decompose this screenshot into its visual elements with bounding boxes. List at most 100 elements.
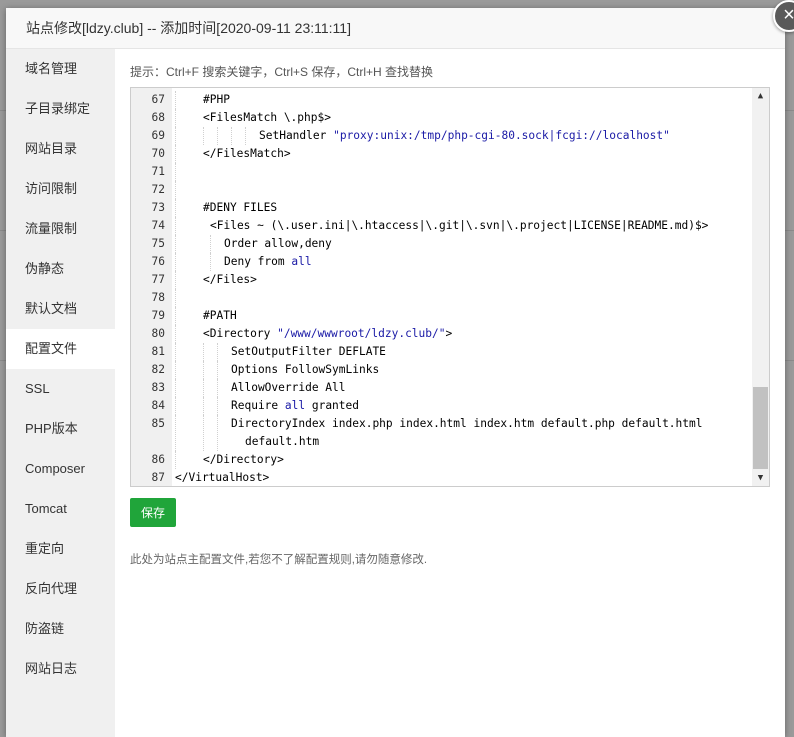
code-line: 69 SetHandler "proxy:unix:/tmp/php-cgi-8…	[131, 127, 751, 145]
indent-guide	[175, 109, 176, 127]
indent-guide	[217, 397, 218, 415]
main-panel: 提示：Ctrl+F 搜索关键字，Ctrl+S 保存，Ctrl+H 查找替换 67…	[130, 49, 770, 566]
indent-guide	[175, 181, 176, 199]
code-line: 81 SetOutputFilter DEFLATE	[131, 343, 751, 361]
indent-guide	[203, 379, 204, 397]
sidebar-item-access-limit[interactable]: 访问限制	[6, 169, 115, 209]
indent-guide	[203, 361, 204, 379]
scroll-thumb[interactable]	[753, 387, 768, 469]
code-text: SetHandler "proxy:unix:/tmp/php-cgi-80.s…	[259, 129, 670, 142]
editor-scrollbar[interactable]: ▲ ▼	[752, 88, 769, 486]
code-line: 75 Order allow,deny	[131, 235, 751, 253]
indent-guide	[175, 163, 176, 181]
indent-guide	[175, 199, 176, 217]
line-number: 85	[151, 417, 165, 430]
indent-guide	[175, 271, 176, 289]
scroll-down-icon[interactable]: ▼	[752, 470, 769, 486]
sidebar-item-reverse-proxy[interactable]: 反向代理	[6, 569, 115, 609]
indent-guide	[175, 217, 176, 235]
line-number: 69	[151, 129, 165, 142]
site-config-dialog: 站点修改[ldzy.club] -- 添加时间[2020-09-11 23:11…	[6, 0, 794, 737]
code-line: 86 </Directory>	[131, 451, 751, 469]
code-text: Options FollowSymLinks	[231, 363, 380, 376]
indent-guide	[217, 361, 218, 379]
indent-guide	[175, 325, 176, 343]
sidebar-item-domain[interactable]: 域名管理	[6, 49, 115, 89]
line-number: 70	[151, 147, 165, 160]
code-line: 67 #PHP	[131, 91, 751, 109]
indent-guide	[175, 307, 176, 325]
indent-guide	[175, 289, 176, 307]
line-number: 76	[151, 255, 165, 268]
code-line: 71	[131, 163, 751, 181]
code-line: 79 #PATH	[131, 307, 751, 325]
line-number: 75	[151, 237, 165, 250]
indent-guide	[175, 253, 176, 271]
code-text: <Files ~ (\.user.ini|\.htaccess|\.git|\.…	[210, 219, 709, 232]
sidebar-item-traffic-limit[interactable]: 流量限制	[6, 209, 115, 249]
code-line: 80 <Directory "/www/wwwroot/ldzy.club/">	[131, 325, 751, 343]
sidebar-item-redirect[interactable]: 重定向	[6, 529, 115, 569]
sidebar-item-tomcat[interactable]: Tomcat	[6, 489, 115, 529]
sidebar-item-config-file[interactable]: 配置文件	[6, 329, 115, 369]
code-line: 87 </VirtualHost>	[131, 469, 751, 486]
sidebar-item-php-version[interactable]: PHP版本	[6, 409, 115, 449]
sidebar-item-subdir-binding[interactable]: 子目录绑定	[6, 89, 115, 129]
dialog-title: 站点修改[ldzy.club] -- 添加时间[2020-09-11 23:11…	[6, 8, 785, 49]
line-number: 82	[151, 363, 165, 376]
indent-guide	[210, 253, 211, 271]
code-text: #PATH	[203, 309, 237, 322]
code-text: AllowOverride All	[231, 381, 346, 394]
indent-guide	[175, 91, 176, 109]
code-text: </VirtualHost>	[175, 471, 270, 484]
indent-guide	[175, 379, 176, 397]
save-button[interactable]: 保存	[130, 498, 176, 527]
indent-guide	[175, 451, 176, 469]
indent-guide	[210, 235, 211, 253]
code-line: 84 Require all granted	[131, 397, 751, 415]
line-number: 72	[151, 183, 165, 196]
indent-guide	[175, 397, 176, 415]
sidebar-item-site-directory[interactable]: 网站目录	[6, 129, 115, 169]
code-line: 68 <FilesMatch \.php$>	[131, 109, 751, 127]
line-number: 74	[151, 219, 165, 232]
line-number: 77	[151, 273, 165, 286]
indent-guide	[175, 145, 176, 163]
indent-guide	[217, 415, 218, 451]
code-line: 77 </Files>	[131, 271, 751, 289]
line-number: 83	[151, 381, 165, 394]
scroll-up-icon[interactable]: ▲	[752, 88, 769, 104]
indent-guide	[203, 343, 204, 361]
code-line: 72	[131, 181, 751, 199]
code-text: Order allow,deny	[224, 237, 332, 250]
indent-guide	[175, 415, 176, 451]
sidebar-item-composer[interactable]: Composer	[6, 449, 115, 489]
sidebar-item-ssl[interactable]: SSL	[6, 369, 115, 409]
sidebar-item-default-doc[interactable]: 默认文档	[6, 289, 115, 329]
indent-guide	[203, 127, 204, 145]
config-warning-note: 此处为站点主配置文件,若您不了解配置规则,请勿随意修改.	[130, 554, 428, 566]
code-line: 83 AllowOverride All	[131, 379, 751, 397]
code-text: Deny from all	[224, 255, 312, 268]
line-number: 86	[151, 453, 165, 466]
indent-guide	[175, 235, 176, 253]
code-text-continuation: default.htm	[245, 435, 320, 448]
code-area[interactable]: 67 #PHP 68 <FilesMatch \.php$> 69 SetHan…	[131, 91, 751, 486]
line-number: 80	[151, 327, 165, 340]
indent-guide	[175, 127, 176, 145]
code-line: 78	[131, 289, 751, 307]
sidebar-item-rewrite[interactable]: 伪静态	[6, 249, 115, 289]
sidebar-item-hotlink[interactable]: 防盗链	[6, 609, 115, 649]
indent-guide	[231, 127, 232, 145]
code-text: #DENY FILES	[203, 201, 278, 214]
code-line: 70 </FilesMatch>	[131, 145, 751, 163]
indent-guide	[217, 379, 218, 397]
code-text: Require all granted	[231, 399, 359, 412]
config-editor[interactable]: 67 #PHP 68 <FilesMatch \.php$> 69 SetHan…	[130, 87, 770, 487]
sidebar-item-site-log[interactable]: 网站日志	[6, 649, 115, 689]
line-number: 71	[151, 165, 165, 178]
code-text: </FilesMatch>	[203, 147, 291, 160]
line-number: 73	[151, 201, 165, 214]
code-text: DirectoryIndex index.php index.html inde…	[231, 417, 703, 430]
sidebar: 域名管理 子目录绑定 网站目录 访问限制 流量限制 伪静态 默认文档 配置文件 …	[6, 49, 115, 737]
